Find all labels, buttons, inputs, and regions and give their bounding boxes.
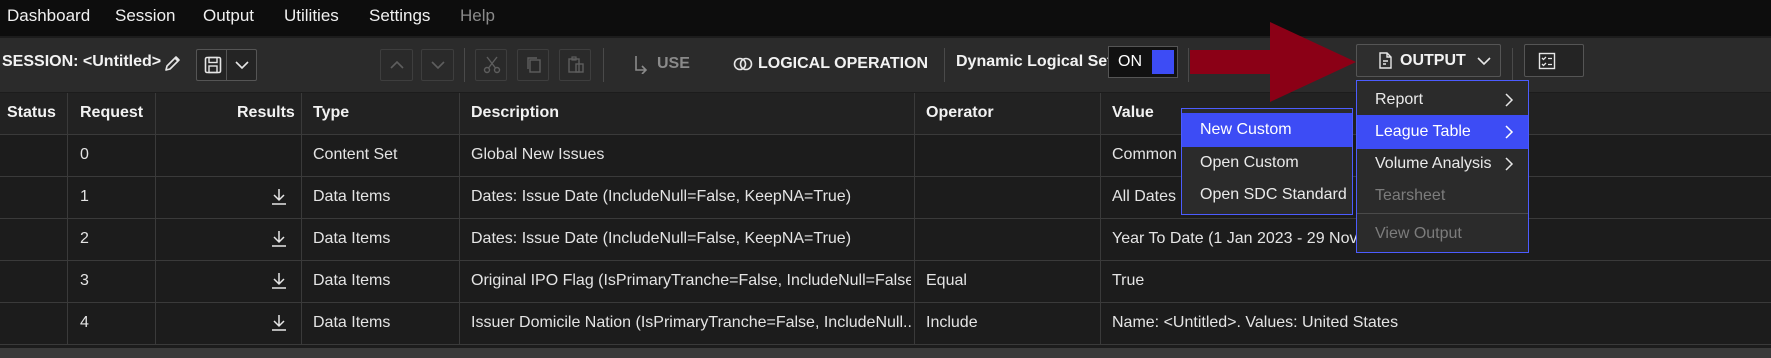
column-header-operator[interactable]: Operator — [926, 104, 994, 122]
cut-button[interactable] — [475, 49, 507, 81]
cell-operator: Equal — [926, 272, 967, 289]
use-button[interactable]: USE — [630, 50, 692, 80]
column-header-description[interactable]: Description — [471, 104, 559, 122]
save-button-group — [196, 49, 257, 81]
league-table-submenu: New Custom Open Custom Open SDC Standard — [1181, 108, 1353, 215]
cell-request: 4 — [80, 314, 89, 331]
menu-dashboard[interactable]: Dashboard — [7, 6, 90, 26]
menu-divider — [1357, 213, 1528, 214]
output-label: OUTPUT — [1400, 52, 1466, 69]
save-icon[interactable] — [203, 55, 223, 80]
download-icon[interactable] — [270, 271, 288, 296]
menu-session[interactable]: Session — [115, 6, 175, 26]
cell-value: True — [1112, 272, 1145, 289]
dynamic-logical-set-label: Dynamic Logical Set — [956, 53, 1113, 70]
menu-item-label: View Output — [1375, 225, 1462, 242]
cell-request: 1 — [80, 188, 89, 205]
cell-operator: Include — [926, 314, 978, 331]
move-down-button[interactable] — [421, 49, 454, 81]
menu-item-label: Open Custom — [1200, 154, 1299, 171]
menu-item-label: Tearsheet — [1375, 187, 1446, 204]
cell-value: Name: <Untitled>. Values: United States — [1112, 314, 1399, 331]
paste-button[interactable] — [559, 49, 591, 81]
menu-item-new-custom[interactable]: New Custom — [1182, 113, 1352, 147]
cell-type: Data Items — [313, 188, 391, 205]
copy-icon — [524, 55, 544, 80]
column-header-results[interactable]: Results — [237, 104, 295, 122]
menu-bar: Dashboard Session Output Utilities Setti… — [0, 0, 1771, 36]
download-icon[interactable] — [270, 187, 288, 212]
copy-button[interactable] — [517, 49, 549, 81]
menu-item-label: New Custom — [1200, 121, 1292, 138]
use-icon — [632, 54, 650, 79]
menu-item-league-table[interactable]: League Table — [1357, 115, 1528, 149]
download-icon[interactable] — [270, 229, 288, 254]
menu-item-label: Volume Analysis — [1375, 155, 1492, 172]
venn-icon — [733, 56, 753, 77]
toggle-knob — [1152, 50, 1174, 74]
use-label: USE — [657, 55, 690, 72]
horizontal-scrollbar[interactable] — [0, 348, 1771, 358]
menu-item-tearsheet[interactable]: Tearsheet — [1357, 179, 1528, 213]
download-icon[interactable] — [270, 313, 288, 338]
checklist-button[interactable] — [1524, 44, 1584, 77]
menu-item-report[interactable]: Report — [1357, 83, 1528, 117]
cell-description: Issuer Domicile Nation (IsPrimaryTranche… — [471, 314, 911, 331]
move-up-button[interactable] — [380, 49, 413, 81]
cell-description: Dates: Issue Date (IncludeNull=False, Ke… — [471, 188, 852, 205]
paste-icon — [566, 55, 586, 80]
chevron-right-icon — [1504, 156, 1514, 177]
column-header-type[interactable]: Type — [313, 104, 349, 122]
table-row[interactable]: 3 Data Items Original IPO Flag (IsPrimar… — [0, 261, 1771, 303]
chevron-up-icon — [388, 56, 406, 79]
menu-item-open-sdc-standard[interactable]: Open SDC Standard — [1182, 178, 1352, 212]
menu-item-view-output[interactable]: View Output — [1357, 217, 1528, 251]
pencil-icon[interactable] — [163, 53, 183, 78]
checklist-icon — [1537, 51, 1557, 76]
session-title: SESSION: <Untitled> — [2, 53, 162, 70]
logical-operation-label: LOGICAL OPERATION — [758, 55, 929, 72]
menu-item-label: Report — [1375, 91, 1424, 108]
arrow-right-icon — [1190, 22, 1358, 107]
chevron-down-icon — [1475, 52, 1493, 75]
menu-item-open-custom[interactable]: Open Custom — [1182, 146, 1352, 180]
chevron-right-icon — [1504, 124, 1514, 145]
column-header-request[interactable]: Request — [80, 104, 143, 122]
menu-output[interactable]: Output — [203, 6, 254, 26]
dynamic-logical-set-toggle[interactable]: ON — [1108, 46, 1178, 78]
menu-item-volume-analysis[interactable]: Volume Analysis — [1357, 147, 1528, 181]
cell-type: Data Items — [313, 272, 391, 289]
toggle-on-label: ON — [1118, 53, 1142, 70]
menu-settings[interactable]: Settings — [369, 6, 430, 26]
output-button[interactable]: OUTPUT — [1356, 44, 1501, 77]
cell-request: 3 — [80, 272, 89, 289]
document-add-icon — [1377, 51, 1395, 76]
column-header-status[interactable]: Status — [7, 104, 56, 122]
cell-request: 2 — [80, 230, 89, 247]
logical-operation-button[interactable]: LOGICAL OPERATION — [733, 50, 928, 80]
cell-description: Global New Issues — [471, 146, 605, 163]
menu-utilities[interactable]: Utilities — [284, 6, 339, 26]
cell-type: Data Items — [313, 230, 391, 247]
output-dropdown-menu: Report League Table Volume Analysis Tear… — [1356, 80, 1529, 253]
table-row[interactable]: 4 Data Items Issuer Domicile Nation (IsP… — [0, 303, 1771, 345]
menu-item-label: Open SDC Standard — [1200, 186, 1347, 203]
menu-help[interactable]: Help — [460, 6, 495, 26]
cell-description: Original IPO Flag (IsPrimaryTranche=Fals… — [471, 272, 911, 289]
chevron-down-icon — [429, 56, 447, 79]
cell-type: Data Items — [313, 314, 391, 331]
column-header-value[interactable]: Value — [1112, 104, 1154, 122]
chevron-down-icon[interactable] — [233, 56, 251, 79]
cell-request: 0 — [80, 146, 89, 163]
menu-item-label: League Table — [1375, 123, 1471, 140]
scissors-icon — [482, 55, 502, 80]
cell-type: Content Set — [313, 146, 398, 163]
cell-description: Dates: Issue Date (IncludeNull=False, Ke… — [471, 230, 852, 247]
chevron-right-icon — [1504, 92, 1514, 113]
